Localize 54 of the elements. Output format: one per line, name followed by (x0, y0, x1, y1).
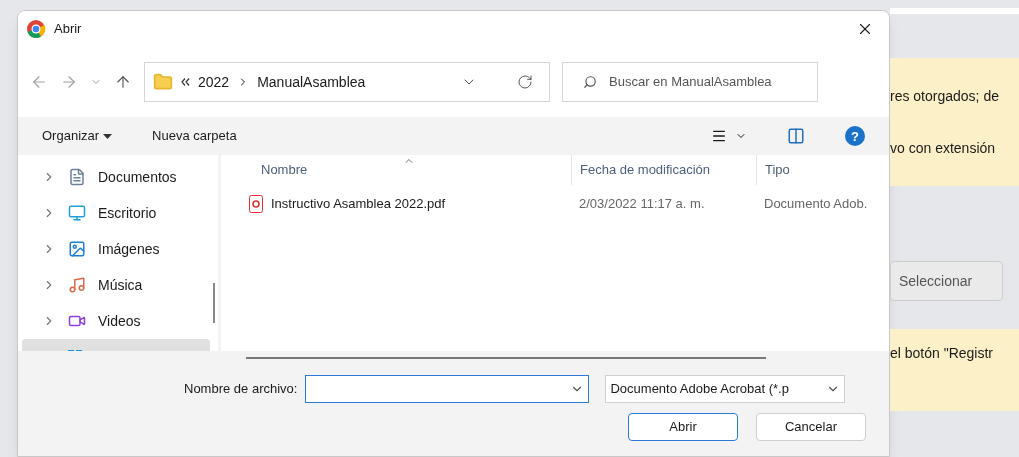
folder-icon (153, 72, 173, 92)
browser-logo-icon (26, 19, 46, 39)
select-button[interactable]: Seleccionar (890, 261, 1004, 301)
refresh-icon[interactable] (517, 74, 533, 90)
organize-menu[interactable]: Organizar (42, 126, 113, 146)
preview-pane-icon[interactable] (787, 127, 805, 145)
sidebar-item[interactable]: Videos (22, 303, 210, 339)
column-header[interactable]: Nombre (221, 155, 571, 185)
double-chevron-icon[interactable] (181, 78, 190, 86)
sidebar-label: Imágenes (98, 239, 160, 259)
file-type-select[interactable]: Documento Adobe Acrobat (*.p (605, 375, 846, 403)
file-date: 2/03/2022 11:17 a. m. (578, 195, 706, 214)
sidebar-label: Documentos (98, 167, 177, 187)
new-folder-button[interactable]: Nueva carpeta (152, 126, 237, 146)
search-icon (583, 75, 597, 89)
notice-text: vo con extensión (890, 138, 997, 158)
sidebar-item[interactable]: Imágenes (22, 231, 210, 267)
breadcrumb-item[interactable]: 2022 (198, 71, 230, 93)
sidebar-item[interactable]: Escritorio (22, 195, 210, 231)
help-button[interactable]: ? (845, 126, 865, 146)
back-button[interactable] (30, 73, 48, 91)
pdf-file-icon (249, 195, 263, 213)
monitor-icon (68, 204, 86, 222)
sidebar-label: Escritorio (98, 203, 157, 223)
file-row[interactable]: Instructivo Asamblea 2022.pdf 2/03/2022 11:17 a. m. Documento Adob. (221, 189, 889, 219)
sidebar-item[interactable]: Música (22, 267, 210, 303)
file-name: Instructivo Asamblea 2022.pdf (271, 195, 446, 214)
column-header[interactable]: Tipo (756, 155, 889, 185)
open-button[interactable]: Abrir (628, 413, 738, 441)
forward-arrow-icon (60, 73, 78, 91)
notice-text: el botón "Registr (890, 344, 995, 363)
up-button[interactable] (114, 73, 132, 91)
sidebar-item[interactable]: Documentos (22, 159, 210, 195)
forward-button[interactable] (60, 73, 78, 91)
sidebar-label: Videos (98, 311, 141, 331)
window-title: Abrir (54, 20, 82, 39)
notice-text: res otorgados; de (890, 86, 1000, 106)
address-bar[interactable]: 2022 ManualAsamblea (144, 62, 550, 102)
horizontal-scrollbar[interactable] (246, 357, 766, 359)
breadcrumb-item[interactable]: ManualAsamblea (257, 71, 366, 93)
caret-icon (103, 133, 113, 139)
view-menu-icon[interactable] (711, 128, 727, 144)
file-type: Documento Adob. (763, 195, 869, 214)
sidebar-label: Música (98, 275, 143, 295)
filename-label: Nombre de archivo: (184, 380, 298, 399)
column-header[interactable]: Fecha de modificación (571, 155, 756, 185)
scrollbar-thumb[interactable] (213, 283, 215, 323)
filename-field[interactable] (305, 375, 590, 403)
cancel-button[interactable]: Cancelar (756, 413, 866, 441)
document-icon (68, 168, 86, 186)
picture-icon (68, 240, 86, 258)
search-placeholder: Buscar en ManualAsamblea (609, 73, 772, 92)
music-note-icon (68, 276, 86, 294)
search-field[interactable]: Buscar en ManualAsamblea (562, 62, 818, 102)
